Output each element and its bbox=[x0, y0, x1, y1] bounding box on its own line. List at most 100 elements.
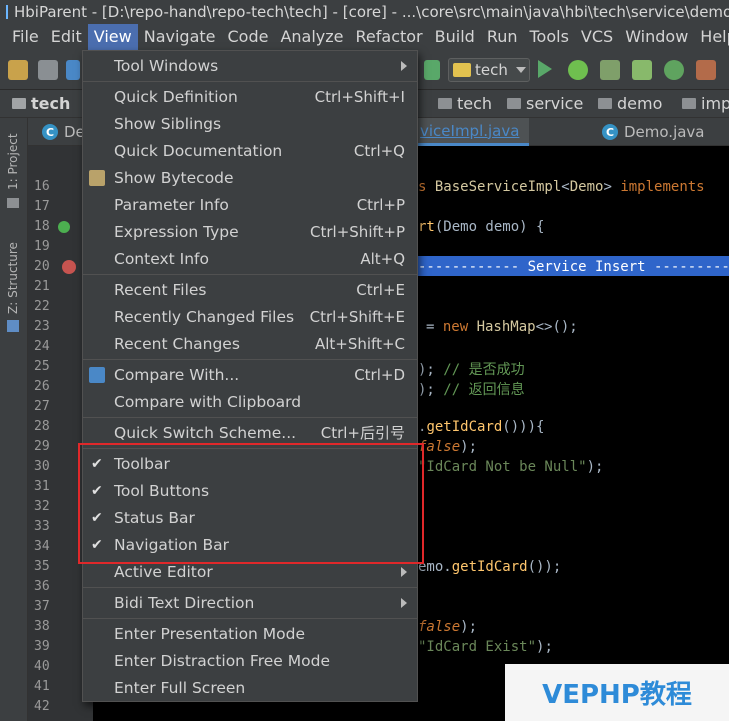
bytecode-icon bbox=[89, 169, 105, 186]
menu-item-recent-changes[interactable]: Recent Changes Alt+Shift+C bbox=[83, 330, 417, 357]
menu-window[interactable]: Window bbox=[619, 24, 694, 50]
menu-tools[interactable]: Tools bbox=[524, 24, 575, 50]
code-line-26: ); // 返回信息 bbox=[418, 382, 525, 398]
breadcrumb-item[interactable]: tech bbox=[438, 94, 492, 113]
menu-separator bbox=[83, 81, 417, 82]
menu-item-enter-presentation-mode[interactable]: Enter Presentation Mode bbox=[83, 620, 417, 647]
line-number: 22 bbox=[34, 299, 50, 314]
breadcrumb-label: demo bbox=[617, 94, 663, 113]
menu-view[interactable]: View bbox=[87, 24, 138, 50]
save-icon[interactable] bbox=[38, 60, 58, 80]
code-line-39: false); bbox=[418, 619, 478, 635]
chevron-down-icon bbox=[515, 67, 526, 73]
menu-item-parameter-info[interactable]: Parameter Info Ctrl+P bbox=[83, 191, 417, 218]
menu-edit[interactable]: Edit bbox=[45, 24, 88, 50]
menu-item-quick-definition[interactable]: Quick Definition Ctrl+Shift+I bbox=[83, 83, 417, 110]
line-number: 18 bbox=[34, 219, 50, 234]
menu-file[interactable]: File bbox=[6, 24, 45, 50]
menu-item-show-bytecode[interactable]: Show Bytecode bbox=[83, 164, 417, 191]
jrebel-debug-icon[interactable] bbox=[664, 60, 684, 80]
menu-item-recently-changed-files[interactable]: Recently Changed Files Ctrl+Shift+E bbox=[83, 303, 417, 330]
watermark-text: VEPHP教程 bbox=[542, 680, 692, 710]
line-number: 20 bbox=[34, 259, 50, 274]
menu-item-quick-switch-scheme[interactable]: Quick Switch Scheme... Ctrl+后引号 bbox=[83, 419, 417, 446]
menu-separator bbox=[83, 359, 417, 360]
line-number: 19 bbox=[34, 239, 50, 254]
submenu-arrow-icon bbox=[401, 597, 407, 608]
line-number: 40 bbox=[34, 659, 50, 674]
line-number: 28 bbox=[34, 419, 50, 434]
stop-icon[interactable] bbox=[696, 60, 716, 80]
tab-label: viceImpl.java bbox=[420, 121, 520, 140]
line-number: 24 bbox=[34, 339, 50, 354]
breakpoint-icon[interactable] bbox=[62, 260, 76, 274]
menu-item-context-info[interactable]: Context Info Alt+Q bbox=[83, 245, 417, 272]
build-icon[interactable] bbox=[424, 60, 440, 80]
tab-label: Demo.java bbox=[624, 123, 705, 141]
highlight-annotation-box bbox=[78, 443, 424, 564]
breadcrumb-root[interactable]: tech bbox=[12, 94, 70, 113]
menu-item-expression-type[interactable]: Expression Type Ctrl+Shift+P bbox=[83, 218, 417, 245]
code-line-35: emo.getIdCard()); bbox=[418, 559, 562, 575]
open-folder-icon[interactable] bbox=[8, 60, 28, 80]
run-configuration-label: tech bbox=[475, 61, 508, 79]
line-number: 42 bbox=[34, 699, 50, 714]
code-line-40: "IdCard Exist"); bbox=[418, 639, 553, 655]
line-number: 25 bbox=[34, 359, 50, 374]
compare-icon bbox=[89, 366, 105, 383]
tab-demo-java[interactable]: C Demo.java bbox=[592, 118, 715, 146]
menu-help[interactable]: Help bbox=[694, 24, 729, 50]
line-number: 27 bbox=[34, 399, 50, 414]
menu-item-show-siblings[interactable]: Show Siblings bbox=[83, 110, 417, 137]
profile-icon[interactable] bbox=[632, 60, 652, 80]
menu-vcs[interactable]: VCS bbox=[575, 24, 619, 50]
menu-separator bbox=[83, 417, 417, 418]
window-title: HbiParent - [D:\repo-hand\repo-tech\tech… bbox=[14, 3, 729, 21]
structure-tool-tab[interactable]: Z: Structure bbox=[6, 242, 20, 314]
menu-run[interactable]: Run bbox=[481, 24, 524, 50]
code-line-28: .getIdCard())){ bbox=[418, 419, 545, 435]
line-number: 23 bbox=[34, 319, 50, 334]
tab-demo-service-impl[interactable]: viceImpl.java bbox=[408, 118, 530, 146]
line-number: 36 bbox=[34, 579, 50, 594]
breadcrumb-item[interactable]: imp bbox=[682, 94, 729, 113]
menu-code[interactable]: Code bbox=[222, 24, 275, 50]
menu-refactor[interactable]: Refactor bbox=[350, 24, 429, 50]
line-number: 37 bbox=[34, 599, 50, 614]
menu-navigate[interactable]: Navigate bbox=[138, 24, 222, 50]
menu-analyze[interactable]: Analyze bbox=[274, 24, 349, 50]
menu-item-compare-with[interactable]: Compare With... Ctrl+D bbox=[83, 361, 417, 388]
run-icon[interactable] bbox=[538, 60, 552, 78]
line-number: 29 bbox=[34, 439, 50, 454]
breadcrumb-label: imp bbox=[701, 94, 729, 113]
run-config-icon bbox=[453, 63, 471, 77]
menu-item-quick-documentation[interactable]: Quick Documentation Ctrl+Q bbox=[83, 137, 417, 164]
debug-icon[interactable] bbox=[568, 60, 588, 80]
menu-item-recent-files[interactable]: Recent Files Ctrl+E bbox=[83, 276, 417, 303]
coverage-icon[interactable] bbox=[600, 60, 620, 80]
package-icon bbox=[682, 98, 696, 109]
line-number: 35 bbox=[34, 559, 50, 574]
menu-separator bbox=[83, 618, 417, 619]
class-icon: C bbox=[42, 124, 58, 140]
submenu-arrow-icon bbox=[401, 60, 407, 71]
line-number: 16 bbox=[34, 179, 50, 194]
menu-item-bidi-text-direction[interactable]: Bidi Text Direction bbox=[83, 589, 417, 616]
menu-item-tool-windows[interactable]: Tool Windows bbox=[83, 52, 417, 79]
menu-item-enter-full-screen[interactable]: Enter Full Screen bbox=[83, 674, 417, 701]
run-configuration-select[interactable]: tech bbox=[448, 58, 530, 82]
folder-icon bbox=[12, 98, 26, 109]
package-icon bbox=[438, 98, 452, 109]
implements-marker-icon[interactable] bbox=[58, 221, 70, 233]
menu-build[interactable]: Build bbox=[429, 24, 481, 50]
breadcrumb-root-label: tech bbox=[31, 94, 71, 113]
line-number: 33 bbox=[34, 519, 50, 534]
breadcrumb-item[interactable]: service bbox=[507, 94, 583, 113]
menu-item-enter-distraction-free-mode[interactable]: Enter Distraction Free Mode bbox=[83, 647, 417, 674]
project-icon bbox=[7, 198, 19, 208]
breadcrumb-item[interactable]: demo bbox=[598, 94, 662, 113]
line-number: 32 bbox=[34, 499, 50, 514]
menu-item-compare-with-clipboard[interactable]: Compare with Clipboard bbox=[83, 388, 417, 415]
sync-icon[interactable] bbox=[66, 60, 80, 80]
project-tool-tab[interactable]: 1: Project bbox=[6, 133, 20, 190]
